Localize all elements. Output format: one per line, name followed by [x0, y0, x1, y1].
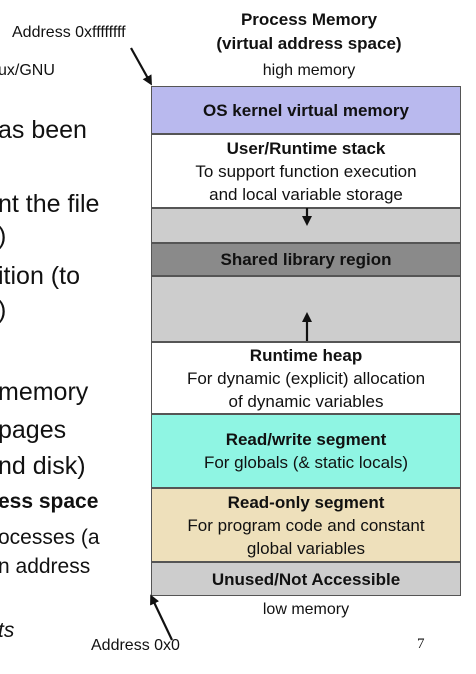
top-address-arrow	[130, 47, 152, 86]
arrows-layer	[130, 47, 312, 641]
bottom-address-arrow	[150, 594, 173, 641]
